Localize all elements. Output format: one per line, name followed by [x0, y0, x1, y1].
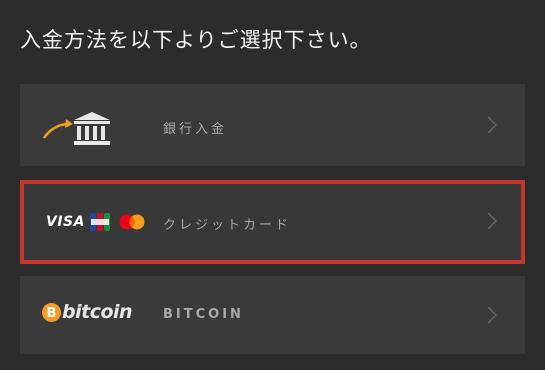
bitcoin-wordmark: bitcoin	[62, 301, 133, 323]
option-label-bitcoin: BITCOIN	[163, 307, 244, 322]
card-brand-icons: VISA	[46, 212, 166, 234]
jcb-logo	[90, 213, 110, 231]
option-label-credit-card: クレジットカード	[163, 218, 292, 233]
option-bitcoin[interactable]: B bitcoin BITCOIN	[20, 276, 525, 354]
bank-transfer-icon	[42, 108, 112, 152]
chevron-right-icon	[487, 116, 497, 134]
bitcoin-logo: B bitcoin	[42, 301, 162, 327]
svg-text:B: B	[47, 306, 57, 321]
option-label-bank: 銀行入金	[163, 122, 228, 137]
chevron-right-icon	[487, 306, 497, 324]
chevron-right-icon	[487, 212, 497, 230]
visa-logo: VISA	[46, 214, 85, 230]
mastercard-logo	[119, 214, 145, 230]
page-title: 入金方法を以下よりご選択下さい。	[20, 28, 372, 52]
bitcoin-coin-icon: B	[42, 303, 61, 322]
option-bank-transfer[interactable]: 銀行入金	[20, 84, 525, 166]
deposit-method-screen: 入金方法を以下よりご選択下さい。 銀行入金 VISA クレジットカード B bi…	[0, 0, 545, 370]
option-credit-card[interactable]: VISA クレジットカード	[20, 180, 525, 264]
